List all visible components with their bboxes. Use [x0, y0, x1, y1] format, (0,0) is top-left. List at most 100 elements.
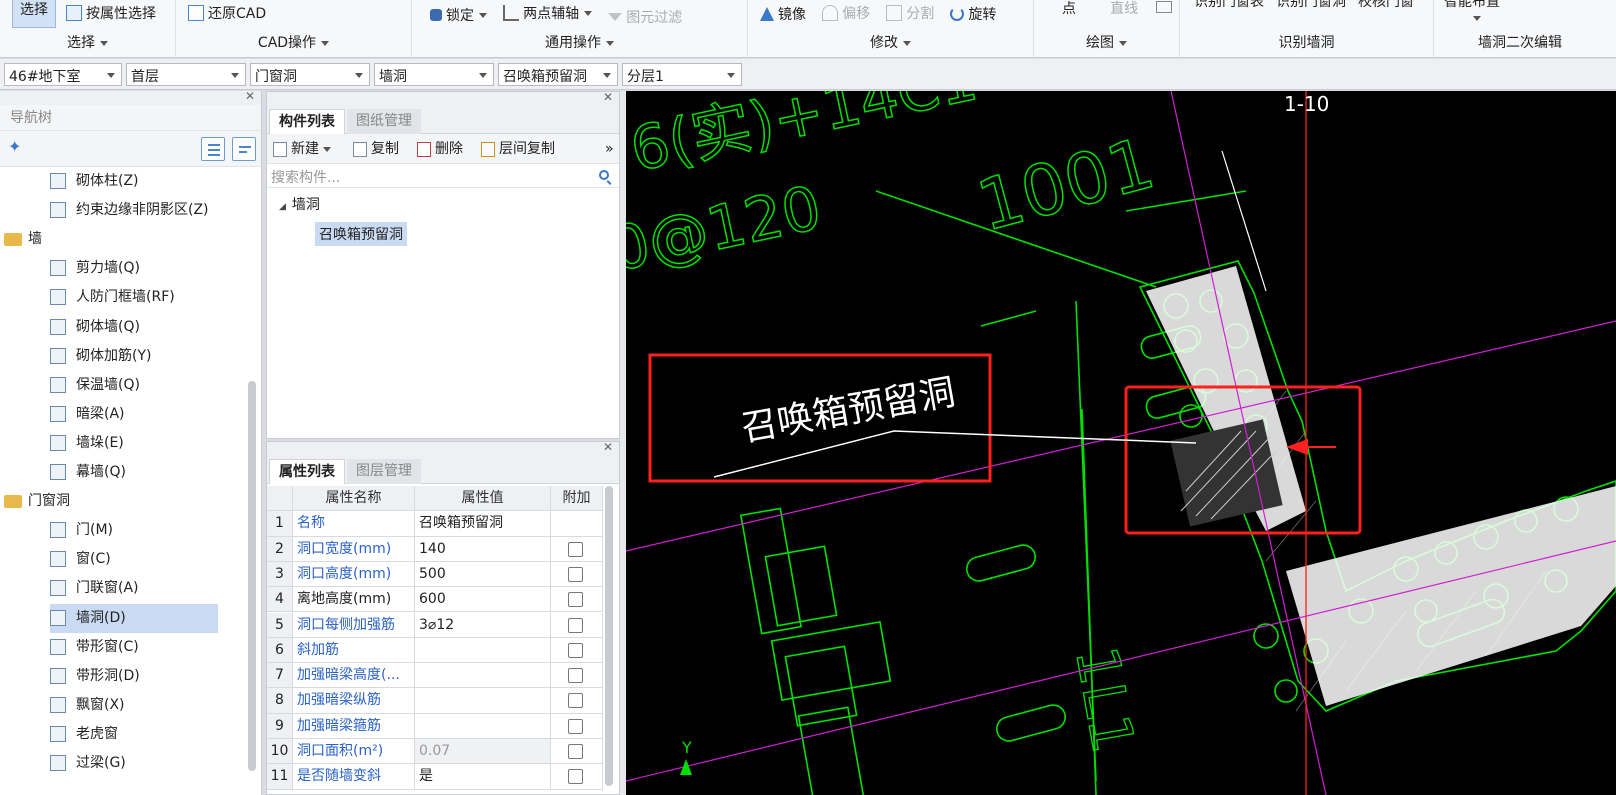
attach-checkbox[interactable] — [568, 718, 583, 734]
floor-select[interactable]: 首层 — [126, 63, 246, 86]
more-icon[interactable]: » — [605, 139, 614, 159]
property-value[interactable] — [415, 688, 551, 713]
ribbon-group-label[interactable]: 通用操作 — [412, 32, 747, 52]
mirror-button[interactable]: 镜像 — [756, 3, 810, 25]
property-row[interactable]: 4 离地高度(mm) 600 — [267, 587, 603, 613]
check-door-button[interactable]: 校核门窗 — [1354, 0, 1418, 12]
tree-node-wall-hole[interactable]: ◢ 墙洞 — [279, 194, 320, 214]
nav-item[interactable]: 约束边缘非阴影区(Z) — [50, 196, 209, 225]
smart-place-dropdown[interactable] — [1473, 16, 1481, 21]
attach-checkbox[interactable] — [568, 566, 583, 582]
offset-button[interactable]: 偏移 — [818, 2, 874, 24]
nav-item[interactable]: 带形窗(C) — [50, 633, 139, 662]
property-value[interactable]: 0.07 — [415, 739, 551, 764]
nav-item[interactable]: 过梁(G) — [50, 749, 126, 778]
restore-cad-button[interactable]: 还原CAD — [184, 2, 270, 24]
nav-item[interactable]: 剪力墙(Q) — [50, 254, 140, 283]
smart-place-button[interactable]: 智能布置 — [1440, 0, 1504, 12]
two-point-axis-button[interactable]: 两点辅轴 — [499, 2, 596, 24]
select-button[interactable]: 选择 — [12, 0, 56, 28]
line-button[interactable]: 直线 — [1106, 0, 1142, 19]
rectangle-button[interactable] — [1152, 0, 1180, 13]
lock-button[interactable]: 锁定 — [426, 4, 491, 26]
list-view-icon[interactable] — [201, 137, 225, 161]
property-row[interactable]: 1 名称 召唤箱预留洞 — [267, 511, 603, 537]
tab-property-list[interactable]: 属性列表 — [269, 459, 345, 484]
collapse-triangle-icon[interactable]: ◢ — [279, 202, 286, 212]
select-by-attribute-button[interactable]: 按属性选择 — [62, 2, 160, 24]
detail-view-icon[interactable] — [232, 137, 256, 161]
delete-button[interactable]: 删除 — [417, 139, 463, 159]
attach-checkbox[interactable] — [568, 642, 583, 658]
expand-add-icon[interactable]: ✦ — [8, 137, 21, 156]
property-row[interactable]: 7 加强暗梁高度(... — [267, 663, 603, 689]
nav-item[interactable]: 保温墙(Q) — [50, 371, 140, 400]
tab-drawing-management[interactable]: 图纸管理 — [347, 109, 421, 134]
nav-scrollbar[interactable] — [248, 381, 256, 771]
point-button[interactable]: 点 — [1058, 0, 1080, 19]
property-value[interactable]: 是 — [415, 764, 551, 789]
layer-select[interactable]: 分层1 — [622, 63, 742, 86]
property-value[interactable]: 召唤箱预留洞 — [415, 511, 551, 536]
close-icon[interactable]: ✕ — [603, 440, 613, 454]
nav-item[interactable]: 带形洞(D) — [50, 662, 140, 691]
property-value[interactable]: 500 — [415, 561, 551, 587]
floor-copy-button[interactable]: 层间复制 — [481, 139, 555, 159]
building-select[interactable]: 46#地下室 — [4, 63, 122, 86]
property-row[interactable]: 2 洞口宽度(mm) 140 — [267, 536, 603, 562]
type-select[interactable]: 墙洞 — [374, 63, 494, 86]
component-select[interactable]: 召唤箱预留洞 — [498, 63, 618, 86]
tree-node-selected[interactable]: 召唤箱预留洞 — [315, 222, 407, 246]
attach-checkbox[interactable] — [568, 769, 583, 785]
nav-item[interactable]: 砌体墙(Q) — [50, 313, 140, 342]
property-value[interactable]: 3⌀12 — [415, 612, 551, 637]
rotate-button[interactable]: 旋转 — [946, 3, 1000, 25]
nav-item[interactable]: 门(M) — [50, 516, 113, 545]
ribbon-group-label[interactable]: 修改 — [748, 32, 1033, 52]
property-row[interactable]: 3 洞口高度(mm) 500 — [267, 561, 603, 588]
attach-checkbox[interactable] — [568, 668, 583, 684]
property-value[interactable] — [415, 637, 551, 663]
identify-table-button[interactable]: 识别门窗表 — [1190, 0, 1268, 12]
nav-item[interactable]: 飘窗(X) — [50, 691, 125, 720]
nav-item[interactable]: 暗梁(A) — [50, 400, 125, 429]
nav-item[interactable]: 门联窗(A) — [50, 574, 139, 603]
attach-checkbox[interactable] — [568, 693, 583, 709]
attach-checkbox[interactable] — [568, 617, 583, 633]
ribbon-group-label[interactable]: CAD操作 — [176, 32, 411, 52]
search-icon[interactable] — [599, 170, 609, 180]
property-row[interactable]: 8 加强暗梁纵筋 — [267, 688, 603, 714]
nav-item[interactable]: 墙洞(D) — [50, 603, 218, 633]
attach-checkbox[interactable] — [568, 541, 583, 557]
property-row[interactable]: 10 洞口面积(m²) 0.07 — [267, 739, 603, 765]
nav-item[interactable]: 窗(C) — [50, 545, 111, 574]
ribbon-group-label[interactable]: 选择 — [0, 32, 175, 52]
property-value[interactable] — [415, 663, 551, 688]
close-icon[interactable]: ✕ — [245, 89, 255, 103]
search-component-input[interactable]: 搜索构件... — [267, 164, 619, 188]
element-filter-button[interactable]: 图元过滤 — [604, 6, 686, 28]
nav-item[interactable]: 砌体加筋(Y) — [50, 342, 151, 371]
property-value[interactable]: 140 — [415, 536, 551, 561]
ribbon-group-label[interactable]: 绘图 — [1034, 32, 1179, 52]
property-row[interactable]: 6 斜加筋 — [267, 637, 603, 664]
property-scrollbar[interactable] — [605, 486, 613, 786]
nav-item[interactable]: 人防门框墙(RF) — [50, 283, 175, 312]
nav-folder[interactable]: 门窗洞 — [4, 487, 70, 516]
property-row[interactable]: 5 洞口每侧加强筋 3⌀12 — [267, 612, 603, 638]
tab-layer-management[interactable]: 图层管理 — [347, 459, 421, 484]
property-value[interactable]: 600 — [415, 587, 551, 612]
copy-button[interactable]: 复制 — [353, 139, 399, 159]
identify-door-button[interactable]: 识别门窗洞 — [1272, 0, 1350, 12]
attach-checkbox[interactable] — [568, 592, 583, 608]
property-value[interactable] — [415, 713, 551, 738]
category-select[interactable]: 门窗洞 — [250, 63, 370, 86]
cad-drawing-canvas[interactable]: 6(实)+14C1 0@120 1001 1L1 1-10 召唤箱预留洞 Y — [626, 91, 1616, 795]
nav-item[interactable]: 幕墙(Q) — [50, 458, 126, 487]
property-row[interactable]: 9 加强暗梁箍筋 — [267, 713, 603, 739]
nav-item[interactable]: 墙垛(E) — [50, 429, 124, 458]
nav-item[interactable]: 砌体柱(Z) — [50, 167, 139, 196]
property-row[interactable]: 11 是否随墙变斜是 — [267, 764, 603, 790]
new-button[interactable]: 新建 — [273, 139, 331, 159]
nav-item[interactable]: 老虎窗 — [50, 720, 118, 749]
